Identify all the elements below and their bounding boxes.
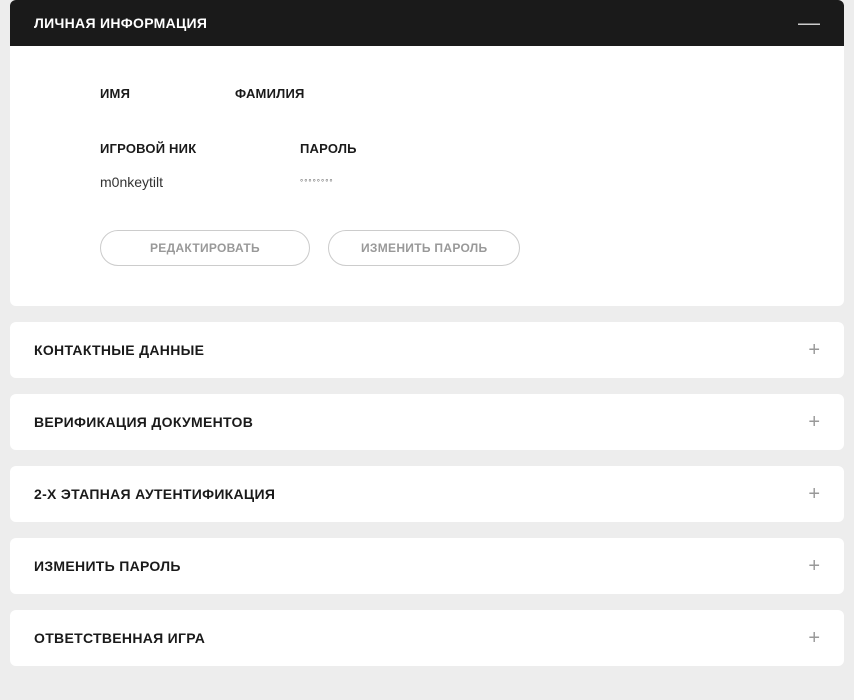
expand-icon: + xyxy=(808,412,820,432)
first-name-label: ИМЯ xyxy=(100,86,215,101)
responsible-gaming-title: ОТВЕТСТВЕННАЯ ИГРА xyxy=(34,630,205,646)
nickname-value: m0nkeytilt xyxy=(100,174,280,190)
first-name-field: ИМЯ xyxy=(100,86,215,101)
password-field: ПАРОЛЬ °°°°°°°° xyxy=(300,141,480,190)
document-verification-title: ВЕРИФИКАЦИЯ ДОКУМЕНТОВ xyxy=(34,414,253,430)
password-label: ПАРОЛЬ xyxy=(300,141,480,156)
two-factor-header[interactable]: 2-Х ЭТАПНАЯ АУТЕНТИФИКАЦИЯ + xyxy=(10,466,844,522)
change-password-header[interactable]: ИЗМЕНИТЬ ПАРОЛЬ + xyxy=(10,538,844,594)
two-factor-title: 2-Х ЭТАПНАЯ АУТЕНТИФИКАЦИЯ xyxy=(34,486,275,502)
contact-details-header[interactable]: КОНТАКТНЫЕ ДАННЫЕ + xyxy=(10,322,844,378)
change-password-button[interactable]: ИЗМЕНИТЬ ПАРОЛЬ xyxy=(328,230,520,266)
document-verification-panel: ВЕРИФИКАЦИЯ ДОКУМЕНТОВ + xyxy=(10,394,844,450)
name-row: ИМЯ ФАМИЛИЯ xyxy=(100,86,754,101)
nickname-label: ИГРОВОЙ НИК xyxy=(100,141,280,156)
contact-details-title: КОНТАКТНЫЕ ДАННЫЕ xyxy=(34,342,204,358)
expand-icon: + xyxy=(808,340,820,360)
change-password-title: ИЗМЕНИТЬ ПАРОЛЬ xyxy=(34,558,181,574)
button-row: РЕДАКТИРОВАТЬ ИЗМЕНИТЬ ПАРОЛЬ xyxy=(100,230,754,266)
collapse-icon: — xyxy=(798,12,820,34)
edit-button[interactable]: РЕДАКТИРОВАТЬ xyxy=(100,230,310,266)
personal-info-header[interactable]: ЛИЧНАЯ ИНФОРМАЦИЯ — xyxy=(10,0,844,46)
password-value: °°°°°°°° xyxy=(300,178,480,187)
two-factor-panel: 2-Х ЭТАПНАЯ АУТЕНТИФИКАЦИЯ + xyxy=(10,466,844,522)
last-name-label: ФАМИЛИЯ xyxy=(235,86,415,101)
responsible-gaming-panel: ОТВЕТСТВЕННАЯ ИГРА + xyxy=(10,610,844,666)
change-password-panel: ИЗМЕНИТЬ ПАРОЛЬ + xyxy=(10,538,844,594)
document-verification-header[interactable]: ВЕРИФИКАЦИЯ ДОКУМЕНТОВ + xyxy=(10,394,844,450)
nickname-field: ИГРОВОЙ НИК m0nkeytilt xyxy=(100,141,280,190)
personal-info-body: ИМЯ ФАМИЛИЯ ИГРОВОЙ НИК m0nkeytilt ПАРОЛ… xyxy=(10,46,844,306)
expand-icon: + xyxy=(808,556,820,576)
responsible-gaming-header[interactable]: ОТВЕТСТВЕННАЯ ИГРА + xyxy=(10,610,844,666)
contact-details-panel: КОНТАКТНЫЕ ДАННЫЕ + xyxy=(10,322,844,378)
expand-icon: + xyxy=(808,484,820,504)
credentials-row: ИГРОВОЙ НИК m0nkeytilt ПАРОЛЬ °°°°°°°° xyxy=(100,141,754,190)
last-name-field: ФАМИЛИЯ xyxy=(235,86,415,101)
expand-icon: + xyxy=(808,628,820,648)
personal-info-panel: ЛИЧНАЯ ИНФОРМАЦИЯ — ИМЯ ФАМИЛИЯ ИГРОВОЙ … xyxy=(10,0,844,306)
personal-info-title: ЛИЧНАЯ ИНФОРМАЦИЯ xyxy=(34,15,207,31)
